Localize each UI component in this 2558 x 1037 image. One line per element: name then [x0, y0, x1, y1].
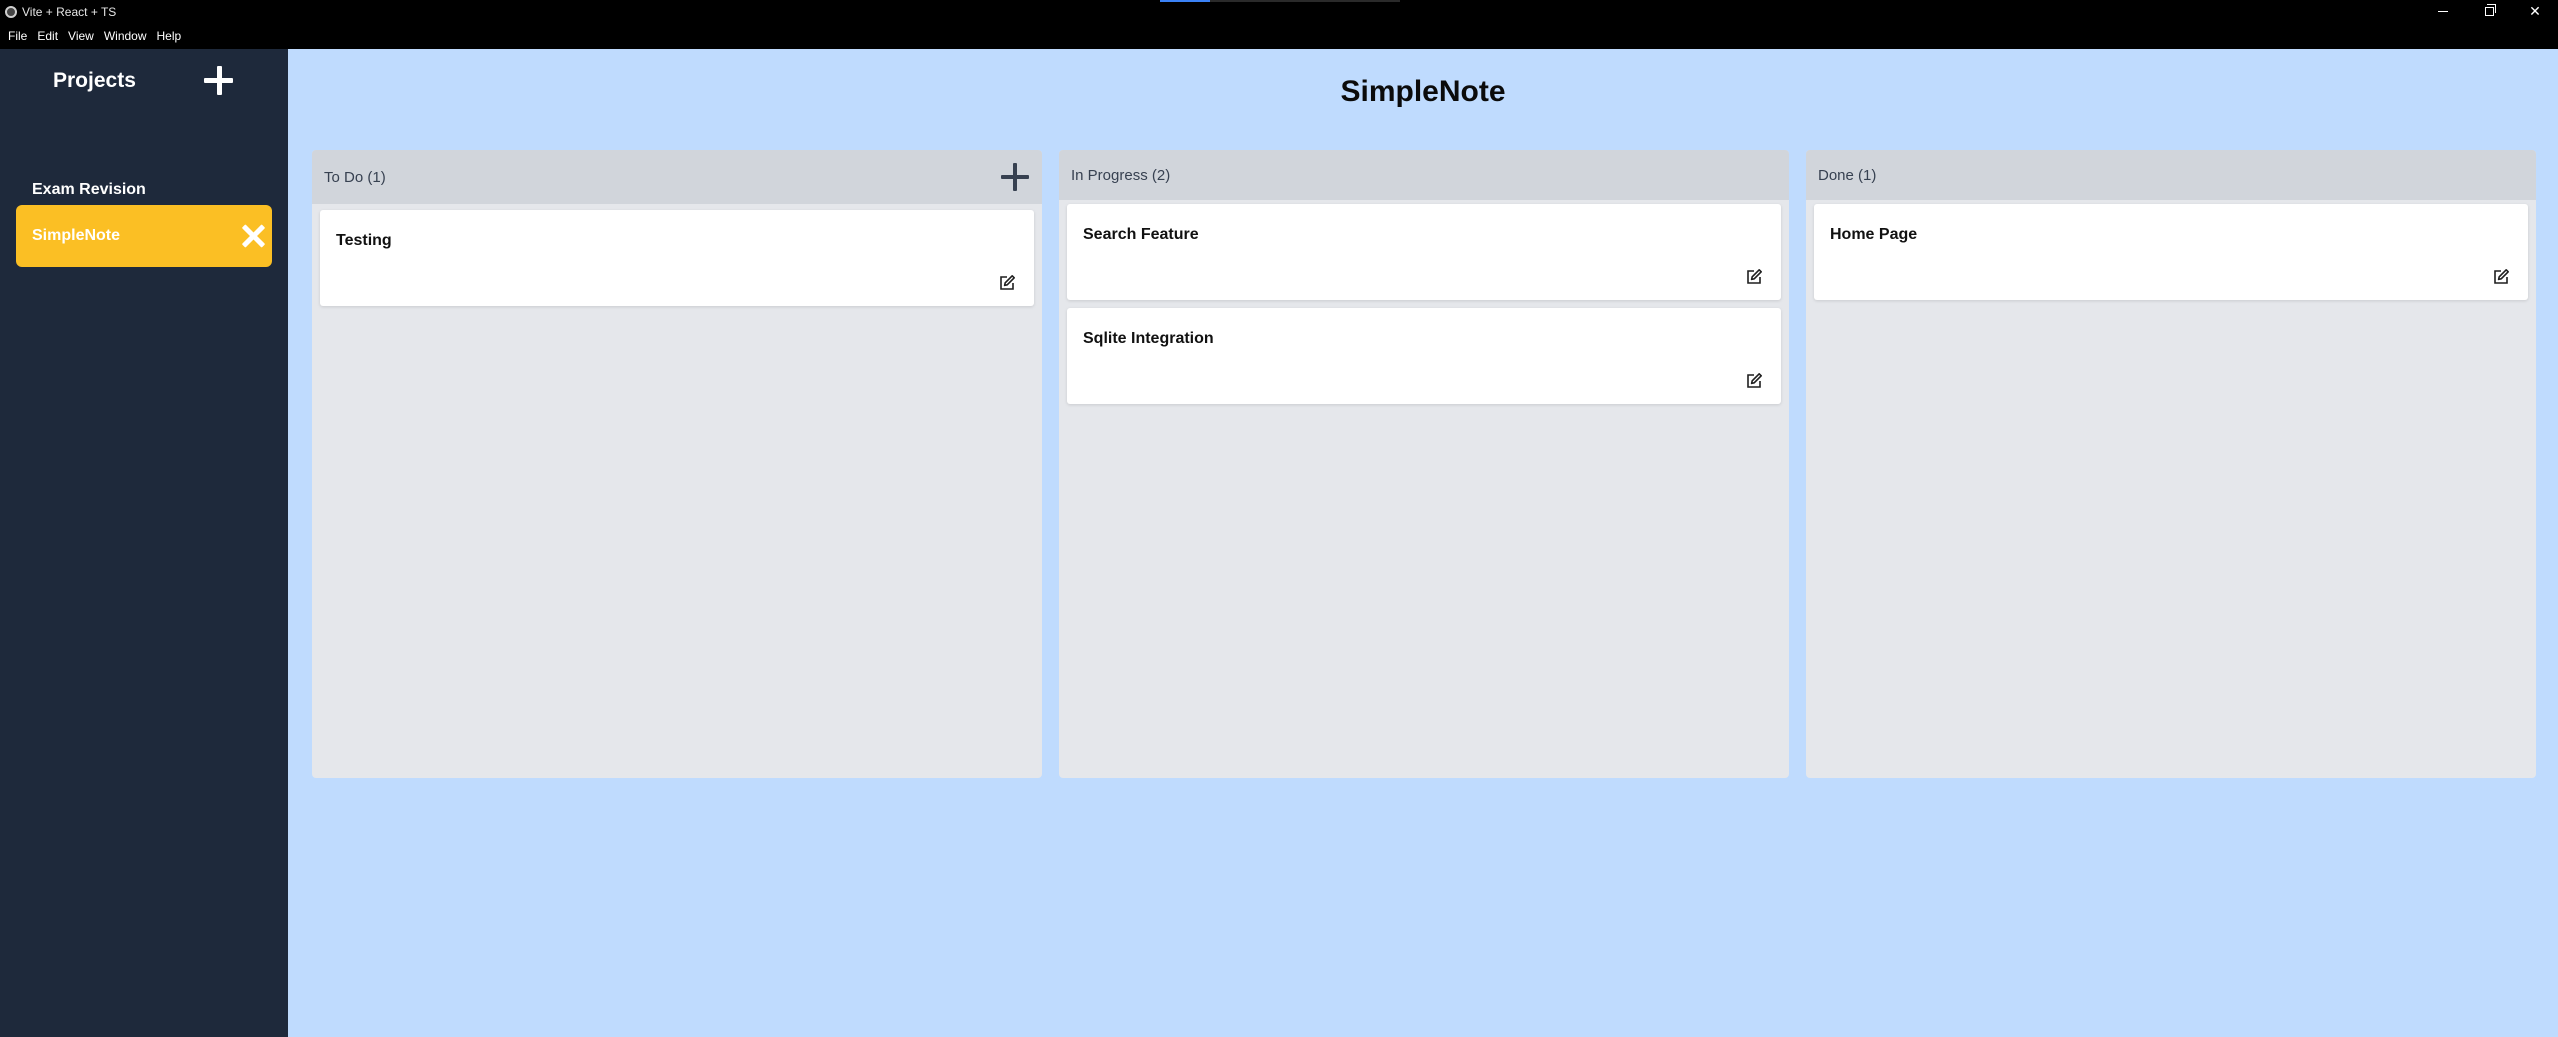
task-card[interactable]: Testing: [320, 210, 1034, 306]
window-title: Vite + React + TS: [22, 4, 117, 19]
project-item-simplenote[interactable]: SimpleNote: [16, 205, 272, 267]
menu-view[interactable]: View: [63, 29, 99, 43]
sidebar: Projects Exam Revision SimpleNote: [0, 49, 288, 1037]
menu-edit[interactable]: Edit: [32, 29, 63, 43]
card-title: Sqlite Integration: [1083, 330, 1214, 347]
close-window-icon: ✕: [2529, 3, 2541, 19]
restore-button[interactable]: [2466, 0, 2512, 23]
project-label: SimpleNote: [32, 227, 121, 244]
column-label: To Do (1): [324, 168, 386, 186]
edit-icon[interactable]: [998, 274, 1016, 292]
edit-icon[interactable]: [2492, 268, 2510, 286]
column-todo: To Do (1) Testing: [312, 150, 1042, 778]
sidebar-title: Projects: [53, 69, 136, 92]
board: SimpleNote To Do (1) Testing In Progress…: [288, 49, 2558, 1037]
card-title: Testing: [336, 232, 392, 249]
menu-window[interactable]: Window: [99, 29, 152, 43]
menu-file[interactable]: File: [3, 29, 32, 43]
column-in-progress: In Progress (2) Search Feature Sqlite In…: [1059, 150, 1789, 778]
minimize-button[interactable]: [2420, 0, 2466, 23]
menu-bar: File Edit View Window Help: [0, 23, 2558, 49]
column-header: Done (1): [1806, 150, 2536, 200]
titlebar-accent: [1160, 0, 1400, 2]
close-window-button[interactable]: ✕: [2512, 0, 2558, 23]
task-card[interactable]: Sqlite Integration: [1067, 308, 1781, 404]
app-icon: [5, 5, 17, 18]
edit-icon[interactable]: [1745, 268, 1763, 286]
sidebar-header: Projects: [0, 49, 288, 113]
window-controls: ✕: [2420, 0, 2558, 23]
page-title: SimpleNote: [1340, 75, 1506, 108]
card-title: Home Page: [1830, 226, 1918, 243]
column-label: In Progress (2): [1071, 166, 1171, 184]
column-done: Done (1) Home Page: [1806, 150, 2536, 778]
close-project-close-icon[interactable]: [240, 222, 266, 248]
column-header: To Do (1): [312, 150, 1042, 204]
restore-icon: [2484, 4, 2496, 16]
add-card-plus-icon[interactable]: [1000, 162, 1030, 192]
task-card[interactable]: Home Page: [1814, 204, 2528, 300]
minimize-icon: [2438, 11, 2448, 12]
column-header: In Progress (2): [1059, 150, 1789, 200]
window-titlebar: Vite + React + TS ✕: [0, 0, 2558, 23]
task-card[interactable]: Search Feature: [1067, 204, 1781, 300]
menu-help[interactable]: Help: [152, 29, 187, 43]
column-label: Done (1): [1818, 166, 1877, 184]
project-label: Exam Revision: [32, 181, 146, 198]
add-project-plus-icon[interactable]: [202, 63, 236, 97]
edit-icon[interactable]: [1745, 372, 1763, 390]
card-title: Search Feature: [1083, 226, 1199, 243]
